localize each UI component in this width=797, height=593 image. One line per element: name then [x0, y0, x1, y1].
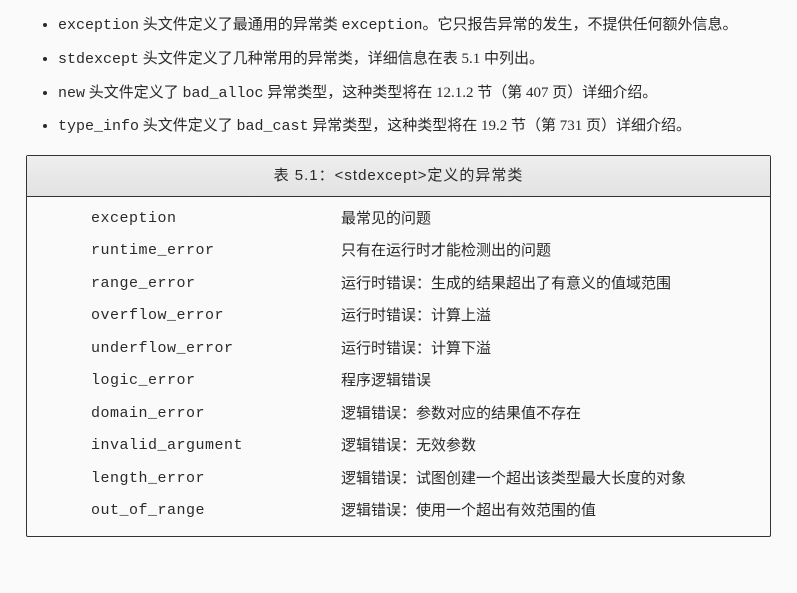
exception-name: logic_error [27, 367, 341, 396]
table-row: length_error 逻辑错误：试图创建一个超出该类型最大长度的对象 [27, 463, 770, 496]
exception-name: underflow_error [27, 335, 341, 364]
table-row: exception 最常见的问题 [27, 203, 770, 236]
exception-desc: 只有在运行时才能检测出的问题 [341, 237, 770, 266]
exception-desc: 逻辑错误：无效参数 [341, 432, 770, 461]
bullet-item: new 头文件定义了 bad_alloc 异常类型，这种类型将在 12.1.2 … [58, 80, 773, 108]
table-title: 表 5.1：<stdexcept>定义的异常类 [27, 156, 770, 197]
exception-name: length_error [27, 465, 341, 494]
code-term: stdexcept [58, 51, 139, 68]
exception-desc: 逻辑错误：参数对应的结果值不存在 [341, 400, 770, 429]
table-row: logic_error 程序逻辑错误 [27, 365, 770, 398]
bullet-text: 。它只报告异常的发生，不提供任何额外信息。 [423, 17, 738, 33]
code-term: new [58, 85, 85, 102]
bullet-item: exception 头文件定义了最通用的异常类 exception。它只报告异常… [58, 12, 773, 40]
exception-desc: 运行时错误：计算上溢 [341, 302, 770, 331]
table-row: runtime_error 只有在运行时才能检测出的问题 [27, 235, 770, 268]
table-row: range_error 运行时错误：生成的结果超出了有意义的值域范围 [27, 268, 770, 301]
table-body: exception 最常见的问题 runtime_error 只有在运行时才能检… [27, 197, 770, 536]
exception-name: exception [27, 205, 341, 234]
exception-name: out_of_range [27, 497, 341, 526]
bullet-text: 头文件定义了 [85, 85, 183, 101]
bullet-text: 异常类型，这种类型将在 19.2 节（第 731 页）详细介绍。 [309, 118, 692, 134]
exception-name: invalid_argument [27, 432, 341, 461]
table-row: underflow_error 运行时错误：计算下溢 [27, 333, 770, 366]
bullet-item: stdexcept 头文件定义了几种常用的异常类，详细信息在表 5.1 中列出。 [58, 46, 773, 74]
exception-name: domain_error [27, 400, 341, 429]
exception-desc: 逻辑错误：使用一个超出有效范围的值 [341, 497, 770, 526]
bullet-item: type_info 头文件定义了 bad_cast 异常类型，这种类型将在 19… [58, 113, 773, 141]
exception-name: runtime_error [27, 237, 341, 266]
exception-desc: 最常见的问题 [341, 205, 770, 234]
code-term: type_info [58, 118, 139, 135]
code-term: bad_alloc [183, 85, 264, 102]
bullet-text: 头文件定义了最通用的异常类 [139, 17, 342, 33]
bullet-text: 头文件定义了几种常用的异常类，详细信息在表 5.1 中列出。 [139, 51, 544, 67]
code-term: bad_cast [237, 118, 309, 135]
table-row: invalid_argument 逻辑错误：无效参数 [27, 430, 770, 463]
exception-name: range_error [27, 270, 341, 299]
exception-name: overflow_error [27, 302, 341, 331]
bullet-list: exception 头文件定义了最通用的异常类 exception。它只报告异常… [24, 12, 773, 141]
table-row: domain_error 逻辑错误：参数对应的结果值不存在 [27, 398, 770, 431]
exception-desc: 运行时错误：生成的结果超出了有意义的值域范围 [341, 270, 770, 299]
exception-table: 表 5.1：<stdexcept>定义的异常类 exception 最常见的问题… [26, 155, 771, 537]
exception-desc: 逻辑错误：试图创建一个超出该类型最大长度的对象 [341, 465, 770, 494]
bullet-text: 异常类型，这种类型将在 12.1.2 节（第 407 页）详细介绍。 [264, 85, 658, 101]
code-term: exception [58, 17, 139, 34]
bullet-text: 头文件定义了 [139, 118, 237, 134]
table-row: out_of_range 逻辑错误：使用一个超出有效范围的值 [27, 495, 770, 528]
code-term: exception [342, 17, 423, 34]
exception-desc: 程序逻辑错误 [341, 367, 770, 396]
table-row: overflow_error 运行时错误：计算上溢 [27, 300, 770, 333]
exception-desc: 运行时错误：计算下溢 [341, 335, 770, 364]
